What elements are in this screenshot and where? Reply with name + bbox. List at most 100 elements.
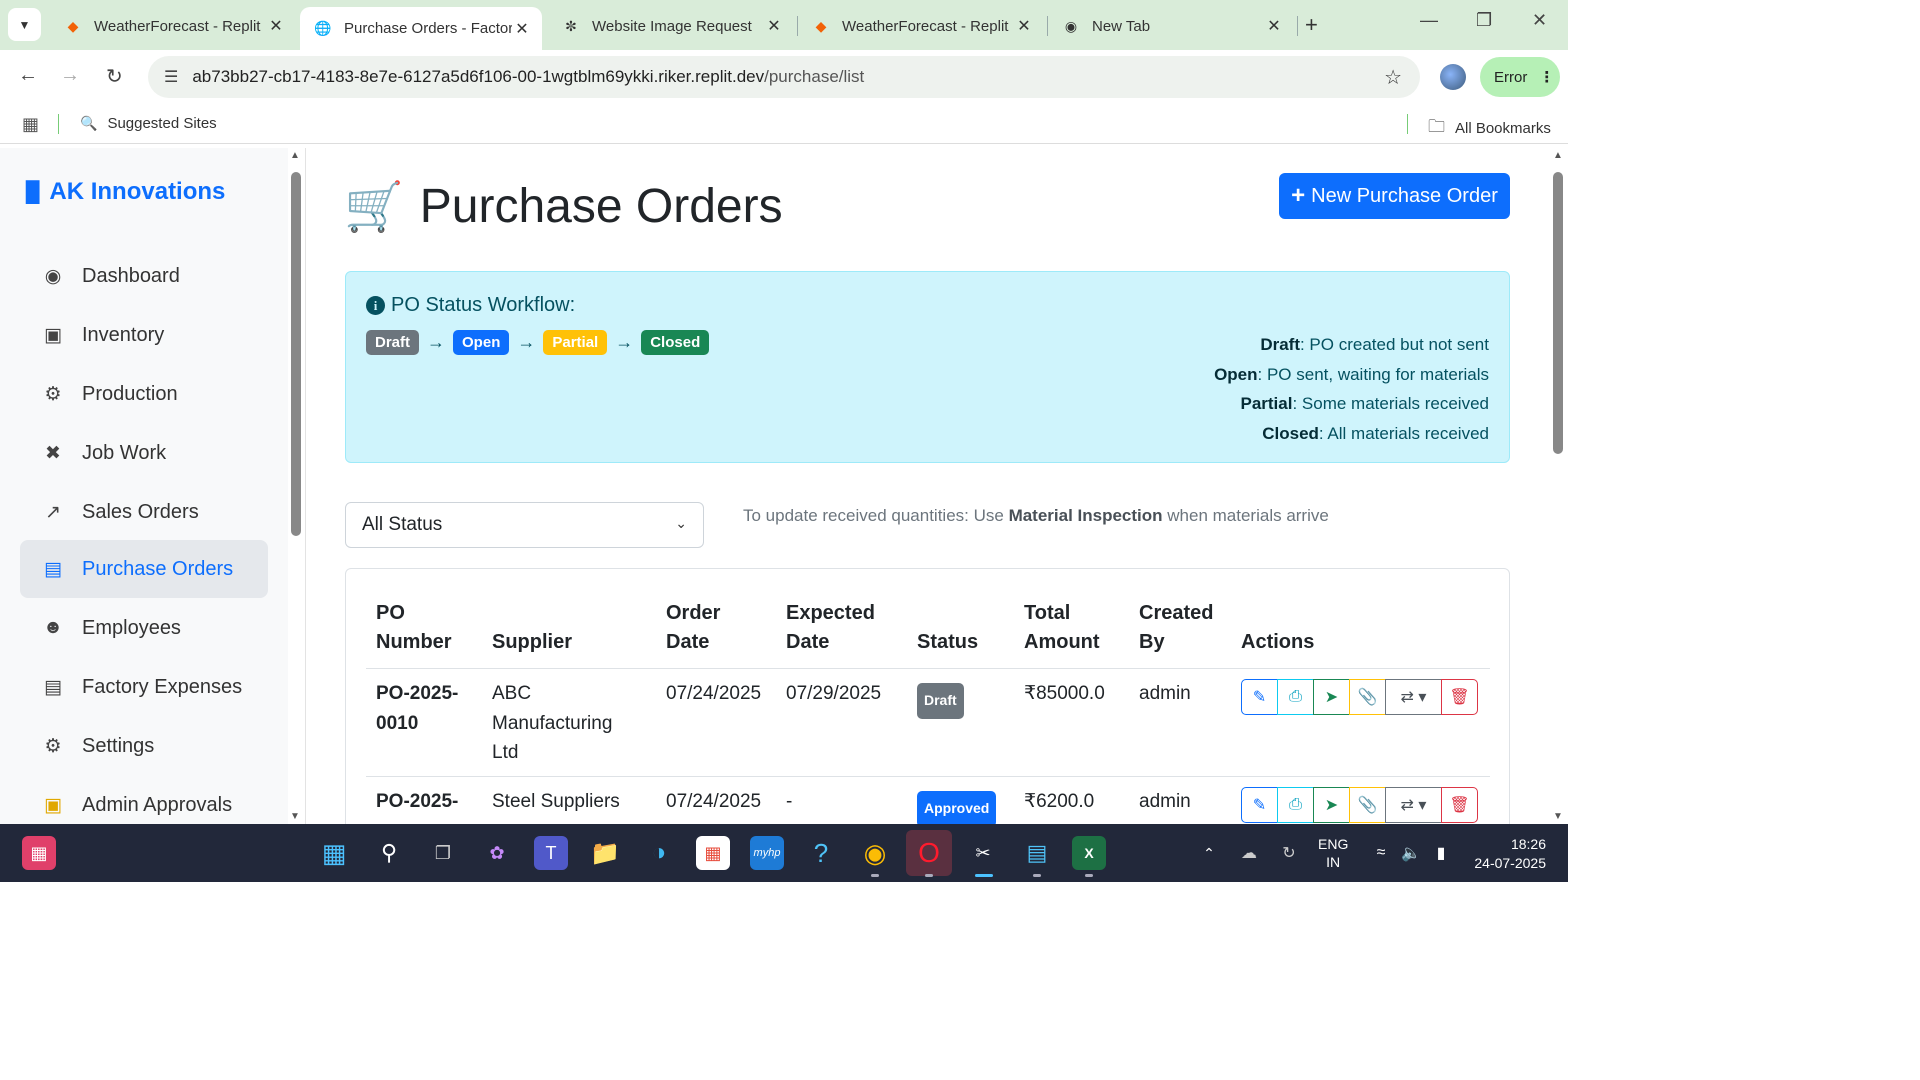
reload-icon[interactable]: ↻	[106, 64, 123, 89]
teams-icon[interactable]: T	[534, 836, 568, 870]
scroll-up-icon[interactable]: ▲	[1553, 150, 1563, 161]
tab-search-button[interactable]: ▼	[8, 8, 41, 41]
clipboard-check-icon: ▣	[44, 794, 62, 816]
restore-icon[interactable]: ❐	[1476, 10, 1492, 31]
sidebar-item-employees[interactable]: ☻ Employees	[20, 599, 268, 657]
sidebar-item-factory-expenses[interactable]: ▤ Factory Expenses	[20, 658, 268, 716]
edit-button[interactable]: ✎	[1241, 787, 1278, 823]
sidebar-scrollbar[interactable]: ▲ ▼	[288, 148, 306, 824]
apps-grid-icon[interactable]: ▦	[22, 114, 39, 135]
help-icon[interactable]: ?	[804, 836, 838, 870]
sidebar-item-production[interactable]: ⚙ Production	[20, 365, 268, 423]
page-title-text: Purchase Orders	[419, 180, 783, 233]
delete-button[interactable]: 🗑	[1441, 787, 1478, 823]
close-icon[interactable]: ✕	[1014, 16, 1034, 36]
sidebar-item-dashboard[interactable]: ◉ Dashboard	[20, 247, 268, 305]
myhp-icon[interactable]: myhp	[750, 836, 784, 870]
industry-icon: ▉	[26, 181, 42, 204]
scrollbar-thumb[interactable]	[1553, 172, 1563, 454]
status-change-dropdown[interactable]: ⇄ ▾	[1385, 679, 1442, 715]
legend-term: Open	[1214, 364, 1258, 384]
notepad-icon[interactable]: ▤	[1020, 836, 1054, 870]
th-line: Amount	[1024, 631, 1100, 653]
chevron-up-icon[interactable]: ⌃	[1192, 836, 1226, 870]
copilot-icon[interactable]: ✿	[480, 836, 514, 870]
delete-button[interactable]: 🗑	[1441, 679, 1478, 715]
chrome-icon[interactable]: ◉	[858, 836, 892, 870]
site-info-icon[interactable]: ☰	[164, 67, 178, 87]
snipping-tool-icon[interactable]: ✂	[966, 836, 1000, 870]
excel-icon[interactable]: X	[1072, 836, 1106, 870]
scroll-down-icon[interactable]: ▼	[1553, 811, 1563, 822]
status-change-dropdown[interactable]: ⇄ ▾	[1385, 787, 1442, 823]
bookmark-star-icon[interactable]: ☆	[1384, 65, 1402, 90]
print-button[interactable]: ⎙	[1277, 679, 1314, 715]
sidebar-item-inventory[interactable]: ▣ Inventory	[20, 306, 268, 364]
status-badge-open: Open	[453, 330, 510, 355]
main-content: 🛒 Purchase Orders + New Purchase Order i…	[306, 148, 1550, 824]
th-actions: Actions	[1241, 631, 1315, 653]
system-clock[interactable]: 18:26 24-07-2025	[1466, 835, 1546, 873]
status-filter-select[interactable]: All Status ⌄	[345, 502, 704, 548]
chevron-down-icon: ▼	[18, 17, 31, 32]
opera-icon[interactable]: O	[906, 830, 952, 876]
close-icon[interactable]: ✕	[764, 16, 784, 36]
edge-icon[interactable]: ◑	[642, 836, 676, 870]
tab-weatherforecast-1[interactable]: ◆ WeatherForecast - Replit ✕	[50, 7, 296, 45]
scroll-up-icon[interactable]: ▲	[290, 150, 300, 161]
volume-icon[interactable]: 🔈	[1394, 836, 1428, 870]
file-explorer-icon[interactable]: 📁	[588, 836, 622, 870]
sidebar-item-settings[interactable]: ⚙ Settings	[20, 717, 268, 775]
close-icon[interactable]: ✕	[266, 16, 286, 36]
main-scrollbar[interactable]: ▲ ▼	[1550, 148, 1568, 824]
tab-weatherforecast-2[interactable]: ◆ WeatherForecast - Replit ✕	[798, 7, 1044, 45]
close-icon[interactable]: ✕	[512, 19, 532, 39]
brand-logo[interactable]: ▉ AK Innovations	[26, 178, 225, 206]
cell-po-number[interactable]: PO-2025-	[376, 787, 458, 817]
scroll-down-icon[interactable]: ▼	[290, 811, 300, 822]
scrollbar-thumb[interactable]	[291, 172, 301, 536]
legend-desc: : PO created but not sent	[1299, 335, 1489, 354]
suggested-sites-link[interactable]: 🔍 Suggested Sites	[80, 115, 217, 132]
cell-order-date: 07/24/2025	[666, 791, 762, 812]
onedrive-icon[interactable]: ☁	[1232, 836, 1266, 870]
status-badge: Draft	[917, 683, 964, 719]
cell-supplier: Steel Suppliers	[492, 787, 620, 817]
send-button[interactable]: ➤	[1313, 787, 1350, 823]
language-indicator[interactable]: ENG IN	[1318, 835, 1348, 871]
tab-new-tab[interactable]: ◉ New Tab ✕	[1048, 7, 1294, 45]
close-icon[interactable]: ✕	[1264, 16, 1284, 36]
sync-icon[interactable]: ↻	[1272, 836, 1306, 870]
sidebar-item-admin-approvals[interactable]: ▣ Admin Approvals	[20, 776, 268, 824]
sidebar-item-purchase-orders[interactable]: ▤ Purchase Orders	[20, 540, 268, 598]
running-indicator	[1085, 874, 1093, 877]
cell-po-number[interactable]: PO-2025- 0010	[376, 679, 458, 738]
task-view-icon[interactable]: ❐	[426, 836, 460, 870]
wifi-icon[interactable]: ≈	[1364, 836, 1398, 870]
send-button[interactable]: ➤	[1313, 679, 1350, 715]
tab-website-image-request[interactable]: ✼ Website Image Request ✕	[548, 7, 794, 45]
tab-purchase-orders[interactable]: 🌐 Purchase Orders - Factory ✕	[300, 7, 542, 50]
widgets-icon[interactable]: ▦	[22, 836, 56, 870]
search-icon[interactable]: ⚲	[372, 836, 406, 870]
back-arrow-icon[interactable]: ←	[18, 64, 38, 87]
sidebar-item-sales-orders[interactable]: ↗ Sales Orders	[20, 483, 268, 541]
th-line: PO	[376, 602, 405, 624]
battery-icon[interactable]: ▮	[1424, 836, 1458, 870]
print-button[interactable]: ⎙	[1277, 787, 1314, 823]
edit-button[interactable]: ✎	[1241, 679, 1278, 715]
profile-avatar[interactable]	[1440, 64, 1466, 90]
address-bar[interactable]: ☰ ab73bb27-cb17-4183-8e7e-6127a5d6f106-0…	[148, 56, 1420, 98]
microsoft-store-icon[interactable]: ▦	[696, 836, 730, 870]
start-windows-icon[interactable]: ▦	[317, 836, 351, 870]
error-button[interactable]: Error ⋮	[1480, 57, 1560, 97]
new-purchase-order-button[interactable]: + New Purchase Order	[1279, 173, 1510, 219]
minimize-icon[interactable]: —	[1420, 10, 1438, 31]
all-bookmarks-button[interactable]: 🗀 All Bookmarks	[1428, 114, 1551, 143]
close-window-icon[interactable]: ✕	[1532, 10, 1547, 31]
attach-button[interactable]: 📎	[1349, 787, 1386, 823]
attach-button[interactable]: 📎	[1349, 679, 1386, 715]
new-tab-plus-icon[interactable]: +	[1305, 12, 1318, 38]
sidebar-item-job-work[interactable]: ✖ Job Work	[20, 424, 268, 482]
forward-arrow-icon[interactable]: →	[60, 64, 80, 87]
